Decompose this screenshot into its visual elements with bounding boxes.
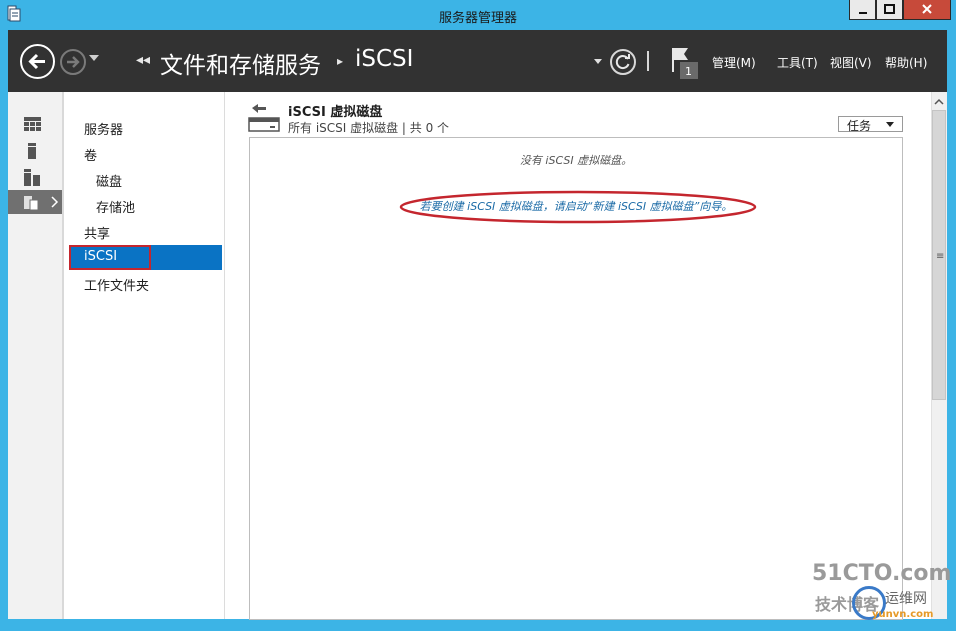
maximize-button[interactable]: [876, 0, 903, 20]
menu-tools[interactable]: 工具(T): [777, 54, 818, 71]
rail-local-server[interactable]: [24, 143, 42, 165]
back-button[interactable]: [20, 44, 55, 79]
navigation-history-dropdown[interactable]: [89, 55, 99, 61]
watermark-main: 51CTO.com: [812, 561, 952, 586]
header-divider: [647, 51, 649, 71]
rail-all-servers[interactable]: [24, 169, 42, 191]
tile-title: iSCSI 虚拟磁盘: [288, 105, 383, 120]
forward-button[interactable]: [60, 49, 86, 75]
breadcrumb-dropdown[interactable]: [594, 59, 602, 64]
forward-arrow-icon: [67, 56, 80, 68]
all-servers-icon: [24, 169, 40, 186]
breadcrumb-back-glyph: ◂◂: [136, 52, 151, 68]
refresh-icon: [615, 54, 630, 70]
nav-item-iscsi[interactable]: iSCSI: [84, 249, 117, 264]
iscsi-disk-icon: [248, 104, 280, 132]
close-icon: [922, 4, 932, 14]
dashboard-icon: [24, 117, 41, 131]
nav-item-disks[interactable]: 磁盘: [96, 171, 122, 190]
maximize-icon: [884, 4, 895, 14]
rail-dashboard[interactable]: [24, 117, 42, 137]
nav-item-servers[interactable]: 服务器: [84, 119, 123, 138]
rail-file-storage[interactable]: [8, 190, 62, 214]
scrollbar-grip-icon: ≡: [936, 251, 945, 262]
menu-view[interactable]: 视图(V): [830, 54, 872, 71]
menu-help[interactable]: 帮助(H): [885, 54, 927, 71]
nav-item-storage-pools[interactable]: 存储池: [96, 197, 135, 216]
breadcrumb-current: iSCSI: [355, 46, 414, 72]
tasks-label: 任务: [847, 119, 872, 133]
notification-count: 1: [685, 65, 692, 78]
watermark-sub2: 运维网: [885, 591, 927, 607]
annotation-ellipse: [399, 190, 757, 224]
nav-item-volumes[interactable]: 卷: [84, 145, 97, 164]
close-button[interactable]: [903, 0, 951, 20]
refresh-button[interactable]: [610, 49, 636, 75]
window-title: 服务器管理器: [438, 11, 517, 26]
breadcrumb-separator: ▸: [337, 54, 344, 68]
empty-message: 没有 iSCSI 虚拟磁盘。: [519, 154, 633, 167]
nav-item-work-folders[interactable]: 工作文件夹: [84, 275, 149, 294]
scroll-up-arrow-icon[interactable]: [931, 95, 947, 109]
chevron-down-icon: [886, 122, 894, 127]
navigation-pane: [64, 92, 224, 619]
breadcrumb-root[interactable]: 文件和存储服务: [160, 46, 321, 80]
minimize-icon: [859, 12, 867, 14]
file-storage-icon: [24, 196, 59, 211]
minimize-button[interactable]: [849, 0, 876, 20]
watermark-url: yunvn.com: [872, 609, 934, 620]
menu-manage[interactable]: 管理(M): [712, 54, 756, 71]
tile-subtitle: 所有 iSCSI 虚拟磁盘 | 共 0 个: [288, 121, 450, 135]
local-server-icon: [28, 143, 36, 159]
nav-item-shares[interactable]: 共享: [84, 223, 110, 242]
back-arrow-icon: [28, 53, 45, 70]
